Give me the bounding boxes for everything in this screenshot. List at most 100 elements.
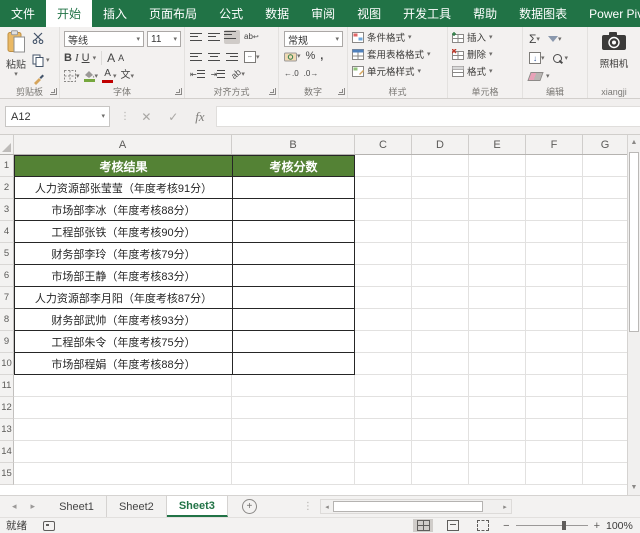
column-header-b[interactable]: B <box>232 135 355 154</box>
align-bottom-icon[interactable] <box>224 30 240 44</box>
delete-cells-button[interactable]: 删除▾ <box>452 47 493 61</box>
wrap-text-button[interactable]: ab↩ <box>244 33 259 41</box>
empty-cells[interactable] <box>14 463 627 485</box>
sheet-tab-sheet1[interactable]: Sheet1 <box>47 496 107 517</box>
row-header[interactable]: 14 <box>0 441 14 463</box>
orientation-button[interactable]: ab ▾ <box>231 69 245 79</box>
cancel-button[interactable]: ✕ <box>141 110 151 124</box>
sort-filter-button[interactable]: ▾ <box>548 36 562 43</box>
cell-b6[interactable] <box>232 265 355 287</box>
clipboard-dialog-launcher-icon[interactable] <box>50 88 57 95</box>
cell-a10[interactable]: 市场部程娟（年度考核88分） <box>14 353 232 375</box>
scroll-right-icon[interactable]: ▸ <box>499 503 511 511</box>
number-format-combobox[interactable]: 常规 ▾ <box>284 31 343 47</box>
vertical-scroll-thumb[interactable] <box>629 152 639 332</box>
empty-cells[interactable] <box>355 331 627 353</box>
empty-cells[interactable] <box>355 177 627 199</box>
scroll-up-icon[interactable]: ▲ <box>628 135 640 150</box>
name-box[interactable]: A12 ▾ <box>5 106 110 127</box>
increase-indent-icon[interactable]: ⇥ <box>211 69 226 79</box>
clear-button[interactable]: ▾ <box>529 72 550 81</box>
sheet-tab-sheet2[interactable]: Sheet2 <box>107 496 167 517</box>
conditional-formatting-button[interactable]: 条件格式▾ <box>352 30 431 44</box>
align-right-icon[interactable] <box>226 52 238 62</box>
cell-a8[interactable]: 财务部武帅（年度考核93分） <box>14 309 232 331</box>
cell-b7[interactable] <box>232 287 355 309</box>
row-header[interactable]: 6 <box>0 265 14 287</box>
empty-cells[interactable] <box>14 375 627 397</box>
cell-b5[interactable] <box>232 243 355 265</box>
page-break-view-button[interactable] <box>473 519 493 532</box>
cut-button[interactable] <box>32 31 45 49</box>
tab-home[interactable]: 开始 <box>46 0 92 27</box>
insert-function-button[interactable]: fx <box>195 109 204 125</box>
tab-data[interactable]: 数据 <box>254 0 300 27</box>
column-header-e[interactable]: E <box>469 135 526 154</box>
cell-b10[interactable] <box>232 353 355 375</box>
cell-a5[interactable]: 财务部李玲（年度考核79分） <box>14 243 232 265</box>
font-name-combobox[interactable]: 等线 ▾ <box>64 31 144 47</box>
row-header[interactable]: 5 <box>0 243 14 265</box>
formula-input[interactable] <box>216 106 640 127</box>
column-header-a[interactable]: A <box>14 135 232 154</box>
tab-insert[interactable]: 插入 <box>92 0 138 27</box>
empty-cells[interactable] <box>355 243 627 265</box>
comma-style-button[interactable]: , <box>320 51 323 62</box>
column-header-g[interactable]: G <box>583 135 627 154</box>
font-dialog-launcher-icon[interactable] <box>175 88 182 95</box>
empty-cells[interactable] <box>355 155 627 177</box>
zoom-in-button[interactable]: + <box>594 520 600 532</box>
scroll-down-icon[interactable]: ▼ <box>628 480 640 495</box>
fill-button[interactable]: ↓ ▾ <box>529 52 545 64</box>
tab-help[interactable]: 帮助 <box>462 0 508 27</box>
column-header-d[interactable]: D <box>412 135 469 154</box>
column-header-f[interactable]: F <box>526 135 583 154</box>
empty-cells[interactable] <box>355 221 627 243</box>
italic-button[interactable]: I <box>75 53 79 64</box>
tab-file[interactable]: 文件 <box>0 0 46 27</box>
zoom-percentage[interactable]: 100% <box>606 520 640 532</box>
cell-a6[interactable]: 市场部王静（年度考核83分） <box>14 265 232 287</box>
font-size-combobox[interactable]: 11 ▾ <box>147 31 181 47</box>
sheet-nav-left-icon[interactable]: ◂ <box>12 501 17 512</box>
zoom-slider-handle[interactable] <box>562 521 566 530</box>
tab-developer[interactable]: 开发工具 <box>392 0 462 27</box>
decrease-font-size-button[interactable]: A <box>118 54 124 63</box>
empty-cells[interactable] <box>14 441 627 463</box>
row-header[interactable]: 7 <box>0 287 14 309</box>
cell-a2[interactable]: 人力资源部张莹莹（年度考核91分） <box>14 177 232 199</box>
row-header[interactable]: 9 <box>0 331 14 353</box>
zoom-out-button[interactable]: − <box>503 520 509 532</box>
empty-cells[interactable] <box>14 419 627 441</box>
accounting-format-button[interactable]: ▾ <box>284 52 301 62</box>
column-header-c[interactable]: C <box>355 135 412 154</box>
cell-a7[interactable]: 人力资源部李月阳（年度考核87分） <box>14 287 232 309</box>
cell-b8[interactable] <box>232 309 355 331</box>
row-header[interactable]: 13 <box>0 419 14 441</box>
alignment-dialog-launcher-icon[interactable] <box>269 88 276 95</box>
cell-b3[interactable] <box>232 199 355 221</box>
row-header[interactable]: 11 <box>0 375 14 397</box>
paste-button[interactable]: 粘贴 ▾ <box>3 30 29 82</box>
fill-color-button[interactable]: ▾ <box>84 70 99 82</box>
cell-a9[interactable]: 工程部朱令（年度考核75分） <box>14 331 232 353</box>
scroll-left-icon[interactable]: ◂ <box>321 503 333 511</box>
cell-b4[interactable] <box>232 221 355 243</box>
autosum-button[interactable]: Σ ▾ <box>529 33 540 45</box>
cell-b2[interactable] <box>232 177 355 199</box>
tab-view[interactable]: 视图 <box>346 0 392 27</box>
row-header[interactable]: 1 <box>0 155 14 177</box>
enter-button[interactable]: ✓ <box>168 110 178 124</box>
tab-power-pivot[interactable]: Power Pivot <box>578 0 640 27</box>
percent-style-button[interactable]: % <box>306 51 316 62</box>
row-header[interactable]: 10 <box>0 353 14 375</box>
decrease-indent-icon[interactable]: ⇤ <box>190 69 205 79</box>
decrease-decimal-icon[interactable]: .0→ <box>304 69 319 78</box>
insert-cells-button[interactable]: 插入▾ <box>452 30 493 44</box>
increase-decimal-icon[interactable]: ←.0 <box>284 69 299 78</box>
vertical-scrollbar[interactable]: ▲ ▼ <box>627 135 640 495</box>
empty-cells[interactable] <box>355 353 627 375</box>
align-top-icon[interactable] <box>190 32 202 42</box>
font-color-button[interactable]: A ▾ <box>102 69 117 83</box>
tab-data-chart[interactable]: 数据图表 <box>508 0 578 27</box>
